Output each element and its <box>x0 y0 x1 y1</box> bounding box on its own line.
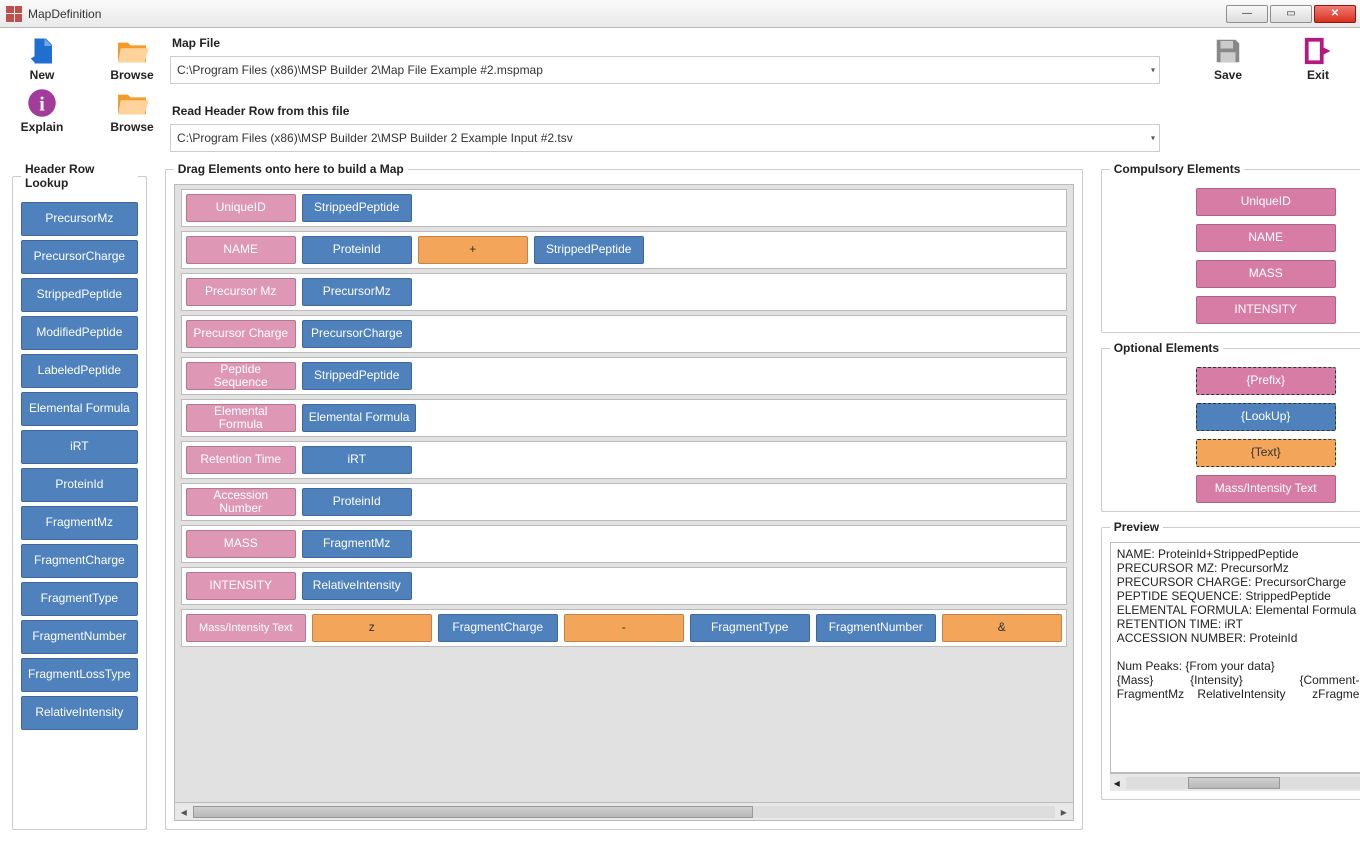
map-file-combo[interactable]: C:\Program Files (x86)\MSP Builder 2\Map… <box>170 56 1160 84</box>
maximize-button[interactable]: ▭ <box>1270 5 1312 23</box>
map-row[interactable]: Retention TimeiRT <box>181 441 1067 479</box>
map-row[interactable]: Elemental FormulaElemental Formula <box>181 399 1067 437</box>
map-element[interactable]: MASS <box>186 530 296 558</box>
map-element[interactable]: Mass/Intensity Text <box>186 614 306 642</box>
save-button[interactable]: Save <box>1198 36 1258 82</box>
svg-text:i: i <box>39 94 45 116</box>
lookup-item[interactable]: StrippedPeptide <box>21 278 138 312</box>
lookup-item[interactable]: FragmentType <box>21 582 138 616</box>
map-element[interactable]: Retention Time <box>186 446 296 474</box>
explain-button[interactable]: i Explain <box>12 88 72 134</box>
optional-panel: Optional Elements {Prefix}{LookUp}{Text}… <box>1101 341 1360 512</box>
optional-element[interactable]: Mass/Intensity Text <box>1196 475 1336 503</box>
map-element[interactable]: Elemental Formula <box>302 404 417 432</box>
map-element[interactable]: Precursor Mz <box>186 278 296 306</box>
map-element[interactable]: UniqueID <box>186 194 296 222</box>
map-row[interactable]: UniqueIDStrippedPeptide <box>181 189 1067 227</box>
map-row[interactable]: Precursor MzPrecursorMz <box>181 273 1067 311</box>
map-element[interactable]: FragmentNumber <box>816 614 936 642</box>
map-element[interactable]: ProteinId <box>302 236 412 264</box>
lookup-item[interactable]: FragmentLossType <box>21 658 138 692</box>
optional-element[interactable]: {Prefix} <box>1196 367 1336 395</box>
lookup-item[interactable]: FragmentNumber <box>21 620 138 654</box>
map-element[interactable]: FragmentCharge <box>438 614 558 642</box>
map-element[interactable]: PrecursorCharge <box>302 320 412 348</box>
header-file-label: Read Header Row from this file <box>172 104 1160 118</box>
file-new-icon <box>24 36 60 66</box>
map-element[interactable]: iRT <box>302 446 412 474</box>
map-row[interactable]: Mass/Intensity TextzFragmentCharge-Fragm… <box>181 609 1067 647</box>
optional-element[interactable]: {Text} <box>1196 439 1336 467</box>
lookup-item[interactable]: Elemental Formula <box>21 392 138 426</box>
chevron-down-icon: ▾ <box>1151 134 1155 143</box>
window-title: MapDefinition <box>28 7 101 21</box>
map-element[interactable]: Elemental Formula <box>186 404 296 432</box>
preview-scrollbar[interactable]: ◂ ▸ <box>1110 773 1360 791</box>
map-element[interactable]: + <box>418 236 528 264</box>
preview-text: NAME: ProteinId+StrippedPeptide PRECURSO… <box>1110 542 1360 773</box>
lookup-item[interactable]: LabeledPeptide <box>21 354 138 388</box>
lookup-item[interactable]: FragmentCharge <box>21 544 138 578</box>
save-icon <box>1210 36 1246 66</box>
title-bar: MapDefinition — ▭ ✕ <box>0 0 1360 28</box>
browse-header-button[interactable]: Browse <box>102 88 162 134</box>
preview-panel: Preview NAME: ProteinId+StrippedPeptide … <box>1101 520 1360 800</box>
map-row[interactable]: Accession NumberProteinId <box>181 483 1067 521</box>
minimize-button[interactable]: — <box>1226 5 1268 23</box>
map-row[interactable]: INTENSITYRelativeIntensity <box>181 567 1067 605</box>
folder-open-icon <box>114 36 150 66</box>
compulsory-element[interactable]: MASS <box>1196 260 1336 288</box>
map-row[interactable]: Peptide SequenceStrippedPeptide <box>181 357 1067 395</box>
map-element[interactable]: RelativeIntensity <box>302 572 412 600</box>
folder-open-icon <box>114 88 150 118</box>
lookup-item[interactable]: FragmentMz <box>21 506 138 540</box>
compulsory-panel: Compulsory Elements UniqueIDNAMEMASSINTE… <box>1101 162 1360 333</box>
compulsory-element[interactable]: INTENSITY <box>1196 296 1336 324</box>
map-row[interactable]: MASSFragmentMz <box>181 525 1067 563</box>
header-lookup-panel: Header Row Lookup PrecursorMzPrecursorCh… <box>12 162 147 830</box>
lookup-item[interactable]: ProteinId <box>21 468 138 502</box>
info-icon: i <box>24 88 60 118</box>
map-element[interactable]: StrippedPeptide <box>302 194 412 222</box>
map-element[interactable]: - <box>564 614 684 642</box>
map-element[interactable]: FragmentType <box>690 614 810 642</box>
close-button[interactable]: ✕ <box>1314 5 1356 23</box>
lookup-item[interactable]: iRT <box>21 430 138 464</box>
lookup-item[interactable]: PrecursorMz <box>21 202 138 236</box>
map-element[interactable]: StrippedPeptide <box>302 362 412 390</box>
exit-icon <box>1300 36 1336 66</box>
map-element[interactable]: PrecursorMz <box>302 278 412 306</box>
lookup-item[interactable]: PrecursorCharge <box>21 240 138 274</box>
compulsory-element[interactable]: NAME <box>1196 224 1336 252</box>
map-element[interactable]: z <box>312 614 432 642</box>
map-file-label: Map File <box>172 36 1160 50</box>
map-element[interactable]: StrippedPeptide <box>534 236 644 264</box>
chevron-down-icon: ▾ <box>1151 66 1155 75</box>
map-row[interactable]: Precursor ChargePrecursorCharge <box>181 315 1067 353</box>
map-element[interactable]: ProteinId <box>302 488 412 516</box>
map-element[interactable]: FragmentMz <box>302 530 412 558</box>
map-element[interactable]: Accession Number <box>186 488 296 516</box>
new-button[interactable]: New <box>12 36 72 82</box>
exit-button[interactable]: Exit <box>1288 36 1348 82</box>
map-row[interactable]: NAMEProteinId+StrippedPeptide <box>181 231 1067 269</box>
lookup-item[interactable]: ModifiedPeptide <box>21 316 138 350</box>
browse-map-button[interactable]: Browse <box>102 36 162 82</box>
optional-element[interactable]: {LookUp} <box>1196 403 1336 431</box>
app-icon <box>6 6 22 22</box>
map-element[interactable]: INTENSITY <box>186 572 296 600</box>
compulsory-element[interactable]: UniqueID <box>1196 188 1336 216</box>
map-element[interactable]: & <box>942 614 1062 642</box>
map-element[interactable]: Precursor Charge <box>186 320 296 348</box>
map-element[interactable]: Peptide Sequence <box>186 362 296 390</box>
map-element[interactable]: NAME <box>186 236 296 264</box>
map-scrollbar[interactable]: ◂▸ <box>175 802 1073 820</box>
header-file-combo[interactable]: C:\Program Files (x86)\MSP Builder 2\MSP… <box>170 124 1160 152</box>
lookup-item[interactable]: RelativeIntensity <box>21 696 138 730</box>
map-builder-panel: Drag Elements onto here to build a Map U… <box>165 162 1083 830</box>
